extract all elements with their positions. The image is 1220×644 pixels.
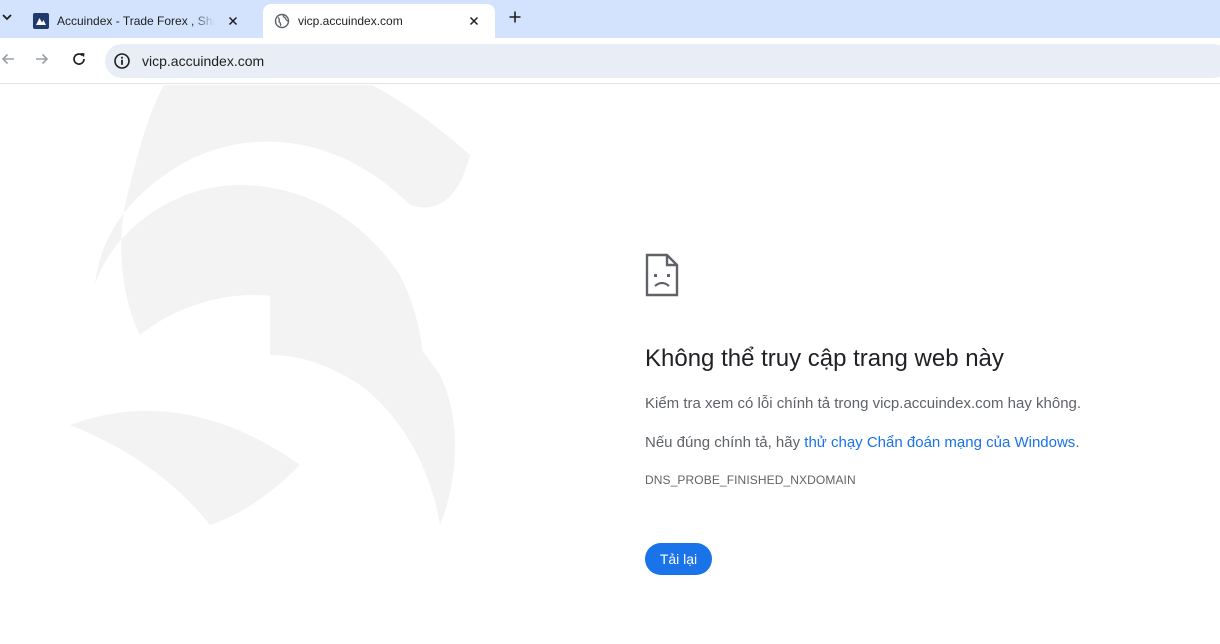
info-icon[interactable] [112,51,132,71]
arrow-left-icon [0,51,16,72]
url-text[interactable]: vicp.accuindex.com [142,53,264,69]
toolbar: vicp.accuindex.com [0,38,1220,84]
plus-icon [509,10,521,28]
tab-accuindex[interactable]: Accuindex - Trade Forex , Shares [22,4,258,38]
back-button[interactable] [0,49,20,73]
tab-strip: Accuindex - Trade Forex , Shares vicp.ac… [0,0,1220,38]
tab-vicp[interactable]: vicp.accuindex.com [263,4,495,38]
error-code: DNS_PROBE_FINISHED_NXDOMAIN [645,473,856,487]
sad-page-icon [645,253,679,297]
reload-icon [71,51,87,72]
address-bar[interactable]: vicp.accuindex.com [105,44,1220,78]
close-icon[interactable] [464,11,484,31]
reload-page-button[interactable]: Tải lại [645,543,712,575]
eagle-watermark-icon [70,85,470,525]
error-message: Không thể truy cập trang web này Kiểm tr… [645,253,1205,575]
globe-icon [274,13,290,29]
tab-search-button[interactable] [0,8,14,28]
close-icon[interactable] [223,11,243,31]
new-tab-button[interactable] [503,7,527,31]
error-suggestion-spelling: Kiểm tra xem có lỗi chính tả trong vicp.… [645,395,1082,412]
error-suggestion-diagnostics: Nếu đúng chính tả, hãy thử chạy Chẩn đoá… [645,433,1205,453]
reload-button[interactable] [67,49,91,73]
page-content: Không thể truy cập trang web này Kiểm tr… [0,85,1220,644]
suggestion-prefix: Nếu đúng chính tả, hãy [645,434,805,451]
chevron-down-icon [2,9,12,27]
error-title: Không thể truy cập trang web này [645,345,1004,372]
suggestion-suffix: . [1075,434,1080,451]
tab-title: vicp.accuindex.com [298,14,403,28]
browser-window: Accuindex - Trade Forex , Shares vicp.ac… [0,0,1220,644]
forward-button[interactable] [30,49,54,73]
tab-title: Accuindex - Trade Forex , Shares [57,14,215,28]
accuindex-logo-icon [33,13,49,29]
arrow-right-icon [34,51,50,72]
network-diagnostics-link[interactable]: thử chạy Chẩn đoán mạng của Windows [804,434,1075,451]
